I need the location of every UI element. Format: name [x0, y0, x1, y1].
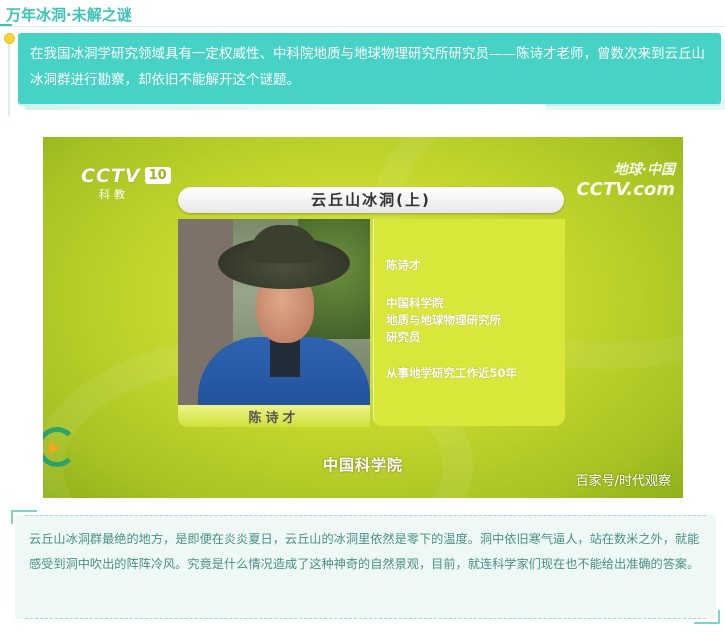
footer-body-text: 云丘山冰洞群最绝的地方，是即便在炎炎夏日，云丘山的冰洞里依然是零下的温度。洞中依… — [29, 532, 700, 571]
channel-number: 10 — [144, 167, 171, 184]
intro-card-shadow — [26, 104, 546, 110]
program-title: 云丘山冰洞(上) — [311, 191, 431, 209]
info-name: 陈诗才 — [386, 258, 421, 272]
channel-logo: CCTV 10 科教 — [81, 165, 171, 202]
footer-card: 云丘山冰洞群最绝的地方，是即便在炎炎夏日，云丘山的冰洞里依然是零下的温度。洞中依… — [11, 510, 720, 624]
timeline-dot-icon — [4, 33, 15, 44]
video-still: CCTV 10 科教 地球·中国 CCTV.com 云丘山冰洞(上) 陈诗才 中国… — [43, 137, 683, 498]
corner-logo-en: CCTV.com — [576, 179, 675, 200]
channel-logo-text: CCTV — [81, 165, 141, 187]
interviewee-info-panel: 陈诗才 中国科学院 地质与地球物理研究所 研究员 从事地学研究工作近50年 — [373, 219, 565, 426]
name-plate: 陈诗才 — [178, 405, 370, 427]
watermark: 百家号/时代观察 — [575, 474, 671, 489]
info-org-1: 中国科学院 — [386, 296, 444, 310]
interviewee-photo — [178, 219, 370, 405]
name-plate-text: 陈诗才 — [248, 411, 300, 426]
footer-dashed-top — [25, 515, 706, 516]
timeline-line — [8, 44, 10, 116]
info-org-2: 地质与地球物理研究所 — [386, 313, 501, 327]
intro-card: 在我国冰洞学研究领域具有一定权威性、中科院地质与地球物理研究所研究员——陈诗才老… — [18, 33, 721, 104]
channel-subtitle: 科教 — [99, 188, 129, 201]
play-triangle-icon — [49, 441, 60, 455]
photo-collar — [270, 337, 300, 377]
footer-corner-ornament — [11, 510, 37, 524]
footer-dashed-bottom — [25, 618, 706, 619]
footer-corner-ornament — [694, 610, 720, 624]
section-title: 万年冰洞·未解之谜 — [6, 6, 132, 24]
info-note: 从事地学研究工作近50年 — [386, 366, 518, 380]
program-title-bar: 云丘山冰洞(上) — [178, 187, 564, 213]
intro-text: 在我国冰洞学研究领域具有一定权威性、中科院地质与地球物理研究所研究员——陈诗才老… — [30, 46, 705, 88]
corner-logo-cn: 地球·中国 — [613, 162, 675, 178]
info-role: 研究员 — [386, 330, 421, 344]
corner-logo: 地球·中国 CCTV.com — [577, 159, 675, 200]
title-divider — [0, 26, 725, 27]
